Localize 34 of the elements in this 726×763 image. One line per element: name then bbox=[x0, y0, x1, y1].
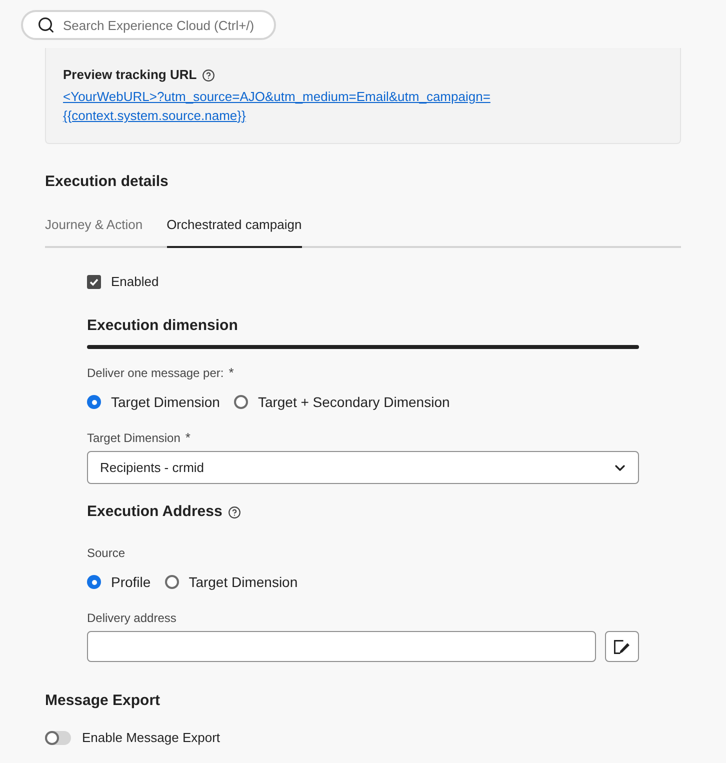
help-icon[interactable] bbox=[202, 68, 215, 82]
help-icon[interactable] bbox=[228, 506, 242, 518]
search-icon bbox=[37, 16, 55, 34]
tracking-url-link[interactable]: <YourWebURL>?utm_source=AJO&utm_medium=Email&utm_campaign= {{context.system.source.name}} bbox=[63, 87, 490, 125]
checkbox[interactable] bbox=[87, 275, 101, 289]
section-heading: Execution Address bbox=[87, 502, 222, 522]
tab[interactable]: Journey & Action bbox=[45, 204, 143, 248]
radio-button[interactable] bbox=[234, 395, 248, 409]
checkbox-label: Enabled bbox=[111, 273, 159, 292]
tab[interactable]: Orchestrated campaign bbox=[166, 204, 302, 248]
radio-button[interactable] bbox=[164, 575, 179, 589]
edit-button[interactable] bbox=[605, 631, 639, 662]
toggle-label: Enable Message Export bbox=[82, 729, 220, 748]
input-field[interactable] bbox=[87, 631, 596, 662]
required-mark: * bbox=[185, 430, 190, 446]
section-heading: Execution dimension bbox=[87, 316, 238, 336]
edit-icon bbox=[614, 640, 630, 654]
radio-button[interactable] bbox=[87, 575, 101, 589]
section-heading: Execution details bbox=[45, 172, 168, 192]
radio-label: Target Dimension bbox=[188, 573, 298, 592]
radio-label: Profile bbox=[111, 573, 151, 592]
section-heading: Message Export bbox=[45, 691, 160, 711]
search-field[interactable]: Search Experience Cloud (Ctrl+/) bbox=[21, 10, 276, 40]
field-label: Source bbox=[87, 545, 126, 561]
radio-label: Target Dimension bbox=[111, 393, 220, 412]
field-label: Target Dimension bbox=[87, 430, 180, 446]
dropdown[interactable]: Recipients - crmid bbox=[87, 451, 639, 484]
panel-title: Preview tracking URL bbox=[63, 66, 197, 84]
radio-button[interactable] bbox=[87, 395, 101, 409]
field-label: Delivery address bbox=[87, 610, 176, 626]
radio-label: Target + Secondary Dimension bbox=[258, 393, 450, 412]
field-label: Deliver one message per: bbox=[87, 365, 224, 381]
required-mark: * bbox=[228, 365, 234, 381]
toggle-switch[interactable] bbox=[45, 731, 71, 745]
